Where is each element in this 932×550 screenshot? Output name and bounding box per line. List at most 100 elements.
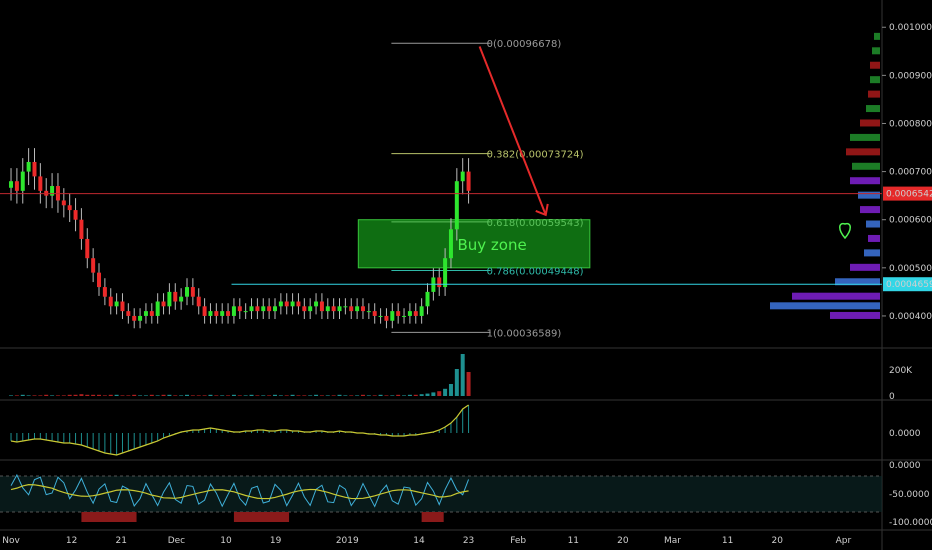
candle-body (102, 287, 107, 297)
volume-bar (220, 395, 225, 396)
volume-bar (9, 395, 14, 396)
candle-body (73, 210, 78, 220)
volume-bar (50, 395, 55, 396)
volume-bar (108, 394, 113, 396)
fib-level-label: 0(0.00096678) (487, 39, 562, 50)
candle-body (196, 296, 201, 307)
candle-body (366, 311, 371, 313)
candle-body (14, 181, 19, 191)
volume-bar (278, 395, 283, 396)
volume-bar (126, 395, 131, 396)
volume-profile-bar (870, 61, 880, 69)
volume-bar (302, 395, 307, 396)
volume-bar (32, 395, 37, 396)
volume-bar (114, 394, 119, 396)
volume-bar (267, 395, 272, 396)
candle-body (114, 301, 119, 307)
fib-level-label: 1(0.00036589) (487, 328, 562, 339)
candle-body (143, 311, 148, 316)
candle-body (208, 311, 213, 316)
candle-body (38, 176, 43, 191)
volume-bar (431, 392, 436, 396)
volume-profile-bar (846, 148, 880, 156)
candle-body (161, 301, 166, 307)
volume-bar (290, 394, 295, 396)
volume-bar (102, 395, 107, 396)
candle-body (50, 186, 55, 196)
price-tick-label: 0.00040000 (889, 312, 932, 322)
marked-level-label: 0.00046593 (886, 280, 932, 290)
volume-profile-bar (864, 249, 880, 257)
volume-bar (14, 395, 19, 396)
volume-bar (138, 395, 143, 396)
volume-bar (319, 395, 324, 396)
price-chart[interactable]: Buy zone 0(0.00096678) 0.382(0.00073724) 0… (0, 0, 932, 550)
candle-body (272, 306, 277, 312)
time-tick-label: 21 (116, 536, 127, 546)
time-tick-label: 12 (66, 536, 77, 546)
oversold-zone (233, 512, 290, 522)
volume-bar (161, 394, 166, 396)
volume-bar (366, 395, 371, 396)
time-tick-label: Apr (836, 536, 852, 546)
candle-body (290, 301, 295, 307)
candle-body (402, 315, 407, 317)
candle-body (378, 315, 383, 317)
volume-bar (20, 394, 25, 396)
time-tick-label: 23 (463, 536, 474, 546)
volume-bar (437, 391, 442, 396)
candle-body (314, 301, 319, 307)
volume-bar (390, 395, 395, 396)
candle-body (79, 219, 84, 239)
volume-bar (355, 395, 360, 396)
current-price-label: 0.00065428 (886, 190, 932, 200)
volume-profile-bar (852, 162, 880, 170)
volume-bar (73, 394, 78, 396)
candle-body (443, 258, 448, 288)
volume-bar (448, 384, 453, 396)
candle-body (372, 311, 377, 316)
volume-bar (120, 395, 125, 396)
volume-bar (196, 395, 201, 396)
volume-bar (454, 369, 459, 396)
volume-bar (337, 394, 342, 396)
oscillator-tick-label: 0.0000 (889, 429, 921, 439)
candle-body (302, 306, 307, 312)
time-tick-label: Mar (664, 536, 681, 546)
candle-body (360, 306, 365, 312)
candle-body (155, 301, 160, 316)
volume-bar (261, 395, 266, 396)
chart-background (0, 0, 932, 550)
price-tick-label: 0.00050000 (889, 264, 932, 274)
candle-body (167, 291, 172, 307)
candle-body (32, 161, 37, 177)
candle-body (390, 311, 395, 321)
time-tick-label: Dec (168, 536, 185, 546)
candle-body (337, 306, 342, 312)
fib-level-label: 0.618(0.00059543) (487, 218, 584, 229)
candle-body (278, 301, 283, 307)
williams-tick-label: 0.0000 (889, 461, 921, 471)
volume-bar (91, 394, 96, 396)
candle-body (308, 306, 313, 312)
volume-bar (190, 395, 195, 396)
candle-body (126, 311, 131, 316)
candle-body (296, 301, 301, 307)
fib-level-label: 0.382(0.00073724) (487, 150, 584, 161)
price-tick-label: 0.00100000 (889, 23, 932, 33)
volume-profile-bar (872, 47, 880, 55)
candle-body (384, 315, 389, 321)
volume-bar (349, 395, 354, 396)
candle-body (149, 311, 154, 316)
volume-bar (314, 394, 319, 396)
volume-bar (179, 395, 184, 396)
volume-bar (343, 395, 348, 396)
time-tick-label: 2019 (336, 536, 359, 546)
volume-bar (372, 395, 377, 396)
buy-zone-label: Buy zone (457, 236, 526, 254)
volume-profile-bar (866, 105, 880, 113)
volume-bar (143, 395, 148, 396)
candle-body (460, 171, 465, 182)
candle-body (448, 229, 453, 259)
volume-bar (85, 394, 90, 396)
